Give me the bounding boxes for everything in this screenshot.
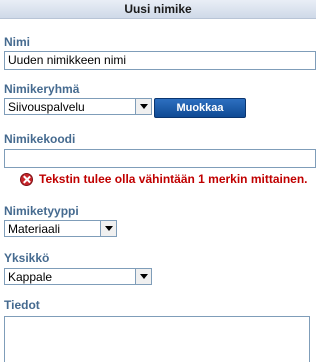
tiedot-textarea[interactable]: [4, 316, 310, 362]
nimi-input[interactable]: Uuden nimikkeen nimi: [4, 51, 316, 70]
nimikeryhma-select[interactable]: Siivouspalvelu: [4, 98, 152, 115]
nimiketyyppi-label: Nimiketyyppi: [4, 204, 79, 218]
error-x-icon: [20, 172, 33, 186]
nimikeryhma-value: Siivouspalvelu: [8, 100, 85, 114]
chevron-down-icon[interactable]: [100, 221, 116, 236]
nimi-label: Nimi: [4, 35, 31, 49]
yksikko-label: Yksikkö: [4, 251, 50, 265]
validation-error: Tekstin tulee olla vähintään 1 merkin mi…: [20, 172, 308, 186]
nimikekoodi-label: Nimikekoodi: [4, 132, 76, 146]
nimiketyyppi-value: Materiaali: [8, 222, 61, 236]
nimikekoodi-input[interactable]: [4, 149, 316, 168]
chevron-down-icon[interactable]: [135, 99, 151, 114]
nimiketyyppi-select[interactable]: Materiaali: [4, 220, 117, 237]
dialog-title: Uusi nimike: [0, 0, 316, 19]
chevron-down-icon[interactable]: [135, 269, 151, 284]
tiedot-label: Tiedot: [4, 298, 40, 312]
yksikko-select[interactable]: Kappale: [4, 268, 152, 285]
error-text: Tekstin tulee olla vähintään 1 merkin mi…: [39, 172, 308, 186]
yksikko-value: Kappale: [8, 270, 53, 284]
nimikeryhma-label: Nimikeryhmä: [4, 82, 80, 96]
muokkaa-button[interactable]: Muokkaa: [154, 98, 246, 118]
